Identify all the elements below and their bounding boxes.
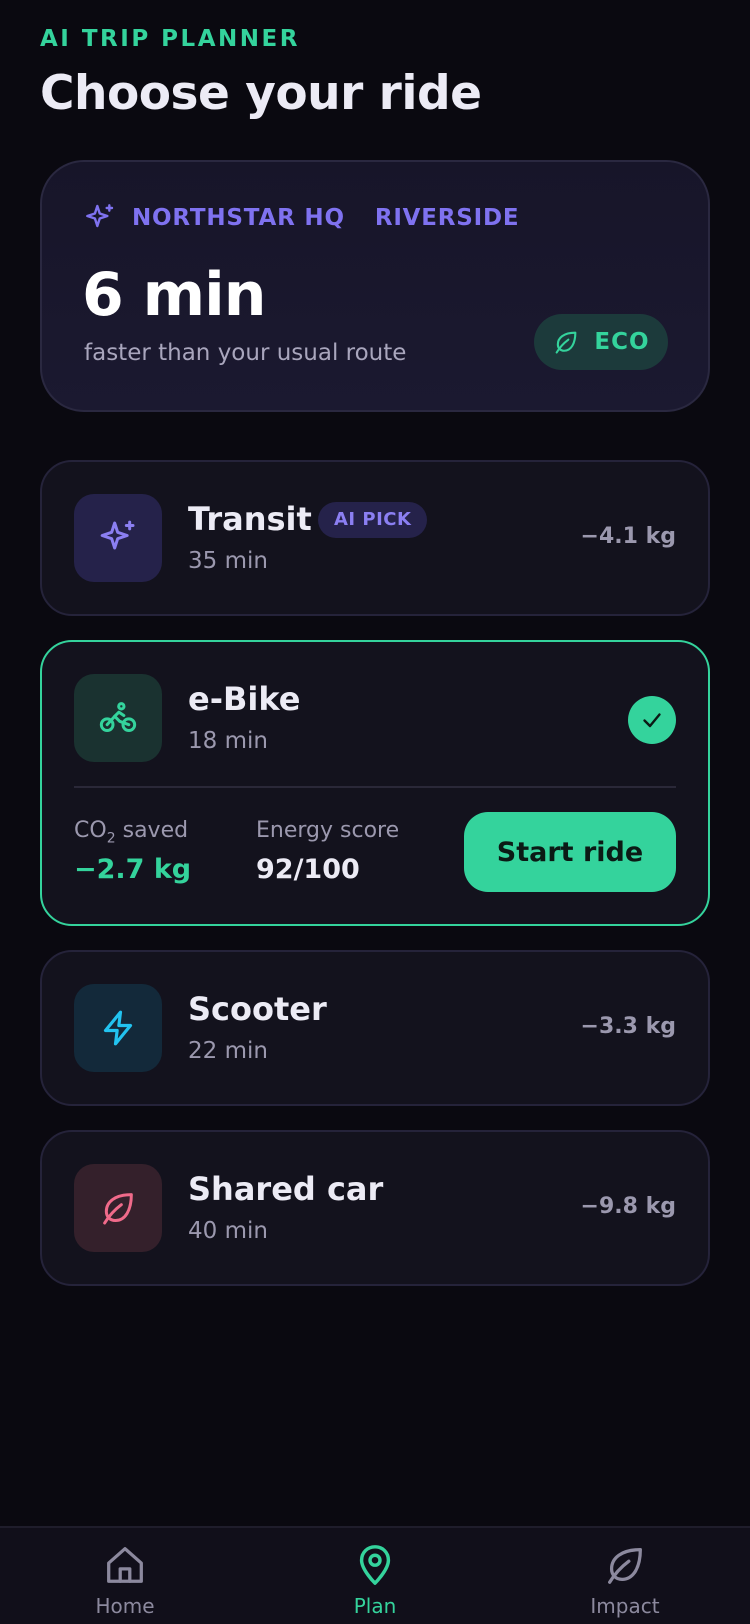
ride-option-scooter[interactable]: Scooter 22 min −3.3 kg [40, 950, 710, 1106]
nav-label-impact: Impact [590, 1594, 660, 1618]
co2-saved-value: −2.7 kg [74, 854, 192, 885]
bike-icon [99, 702, 137, 732]
option-name: Shared car [188, 1170, 384, 1208]
ai-pick-badge: AI PICK [318, 502, 428, 538]
option-duration: 40 min [188, 1218, 268, 1244]
route-row: NORTHSTAR HQ RIVERSIDE [84, 202, 519, 234]
energy-score-value: 92/100 [256, 854, 360, 885]
leaf-icon [608, 1548, 642, 1584]
option-name: Transit [188, 500, 312, 538]
scooter-option-icon [74, 984, 162, 1072]
nav-label-plan: Plan [353, 1594, 397, 1618]
page-title: Choose your ride [40, 66, 482, 121]
selected-check [628, 696, 676, 744]
co2-saved-label: CO2 saved [74, 818, 188, 846]
ride-option-transit[interactable]: Transit AI PICK 35 min −4.1 kg [40, 460, 710, 616]
route-origin: NORTHSTAR HQ [132, 205, 345, 231]
option-name: Scooter [188, 990, 327, 1028]
option-duration: 35 min [188, 548, 268, 574]
co2-saved-label-co: CO [74, 818, 107, 843]
co2-saved-label-subscript: 2 [106, 830, 116, 847]
co2-saved-label-suffix: saved [115, 818, 189, 843]
route-summary-card: NORTHSTAR HQ RIVERSIDE 6 min faster than… [40, 160, 710, 412]
option-duration: 18 min [188, 728, 268, 754]
time-saved: 6 min [82, 260, 266, 330]
leaf-icon [103, 1193, 133, 1225]
eco-badge: ECO [534, 314, 668, 370]
ride-option-shared-car[interactable]: Shared car 40 min −9.8 kg [40, 1130, 710, 1286]
start-ride-button[interactable]: Start ride [464, 812, 676, 892]
divider [74, 786, 676, 788]
trip-planner-screen: AI TRIP PLANNER Choose your ride NORTHST… [0, 0, 750, 1624]
option-duration: 22 min [188, 1038, 268, 1064]
sparkle-icon [100, 520, 135, 550]
energy-score-label: Energy score [256, 818, 400, 843]
check-icon [643, 713, 661, 728]
ebike-option-icon [74, 674, 162, 762]
bottom-nav: Home Plan Impact [0, 1526, 750, 1624]
sparkle-icon [86, 204, 114, 228]
option-co2: −4.1 kg [580, 524, 676, 549]
nav-label-home: Home [95, 1594, 155, 1618]
map-pin-icon [359, 1545, 391, 1585]
transit-option-icon [74, 494, 162, 582]
eyebrow-label: AI TRIP PLANNER [40, 26, 300, 52]
eco-badge-label: ECO [594, 329, 650, 355]
shared-car-option-icon [74, 1164, 162, 1252]
ride-option-ebike[interactable]: e-Bike 18 min CO2 saved −2.7 kg Energy s… [40, 640, 710, 926]
option-co2: −3.3 kg [580, 1014, 676, 1039]
nav-item-impact[interactable]: Impact [500, 1528, 750, 1624]
nav-item-plan[interactable]: Plan [250, 1528, 500, 1624]
home-icon [107, 1547, 143, 1583]
route-destination: RIVERSIDE [374, 205, 520, 231]
option-co2: −9.8 kg [580, 1194, 676, 1219]
lightning-icon [103, 1010, 133, 1046]
time-saved-caption: faster than your usual route [84, 340, 407, 366]
leaf-icon [556, 331, 577, 354]
nav-item-home[interactable]: Home [0, 1528, 250, 1624]
option-name: e-Bike [188, 680, 301, 718]
